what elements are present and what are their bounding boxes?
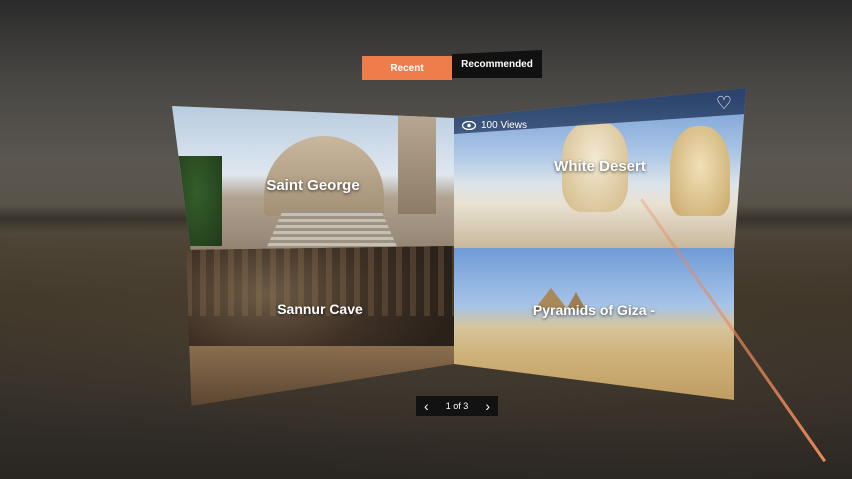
tab-recent[interactable]: Recent bbox=[362, 56, 452, 80]
tile-title: Pyramids of Giza - bbox=[532, 302, 656, 318]
tile-title: Saint George bbox=[266, 177, 360, 194]
tile-title: Sannur Cave bbox=[277, 301, 363, 317]
tile-image-cave-floor bbox=[186, 346, 454, 406]
tab-recommended[interactable]: Recommended bbox=[452, 50, 542, 78]
pagination: ‹ 1 of 3 › bbox=[416, 396, 498, 416]
curved-gallery-panel: Saint George 100 Views ♡ White Desert Sa… bbox=[172, 88, 750, 406]
tab-bar: Recent Recommended bbox=[362, 48, 542, 80]
tile-title: White Desert bbox=[554, 158, 646, 175]
tile-white-desert[interactable]: 100 Views ♡ White Desert bbox=[454, 88, 746, 248]
tile-sannur-cave[interactable]: Sannur Cave bbox=[186, 246, 454, 406]
views-label: 100 Views bbox=[481, 120, 527, 131]
heart-icon[interactable]: ♡ bbox=[716, 94, 732, 112]
tile-image-tower bbox=[398, 114, 436, 214]
tile-saint-george[interactable]: Saint George bbox=[172, 106, 454, 258]
eye-icon bbox=[462, 121, 476, 130]
page-indicator: 1 of 3 bbox=[445, 401, 469, 411]
views-count: 100 Views bbox=[462, 120, 527, 131]
tile-image-church bbox=[264, 136, 384, 216]
chevron-right-icon[interactable]: › bbox=[485, 399, 490, 413]
tile-image-trees bbox=[172, 156, 222, 246]
chevron-left-icon[interactable]: ‹ bbox=[424, 399, 429, 413]
